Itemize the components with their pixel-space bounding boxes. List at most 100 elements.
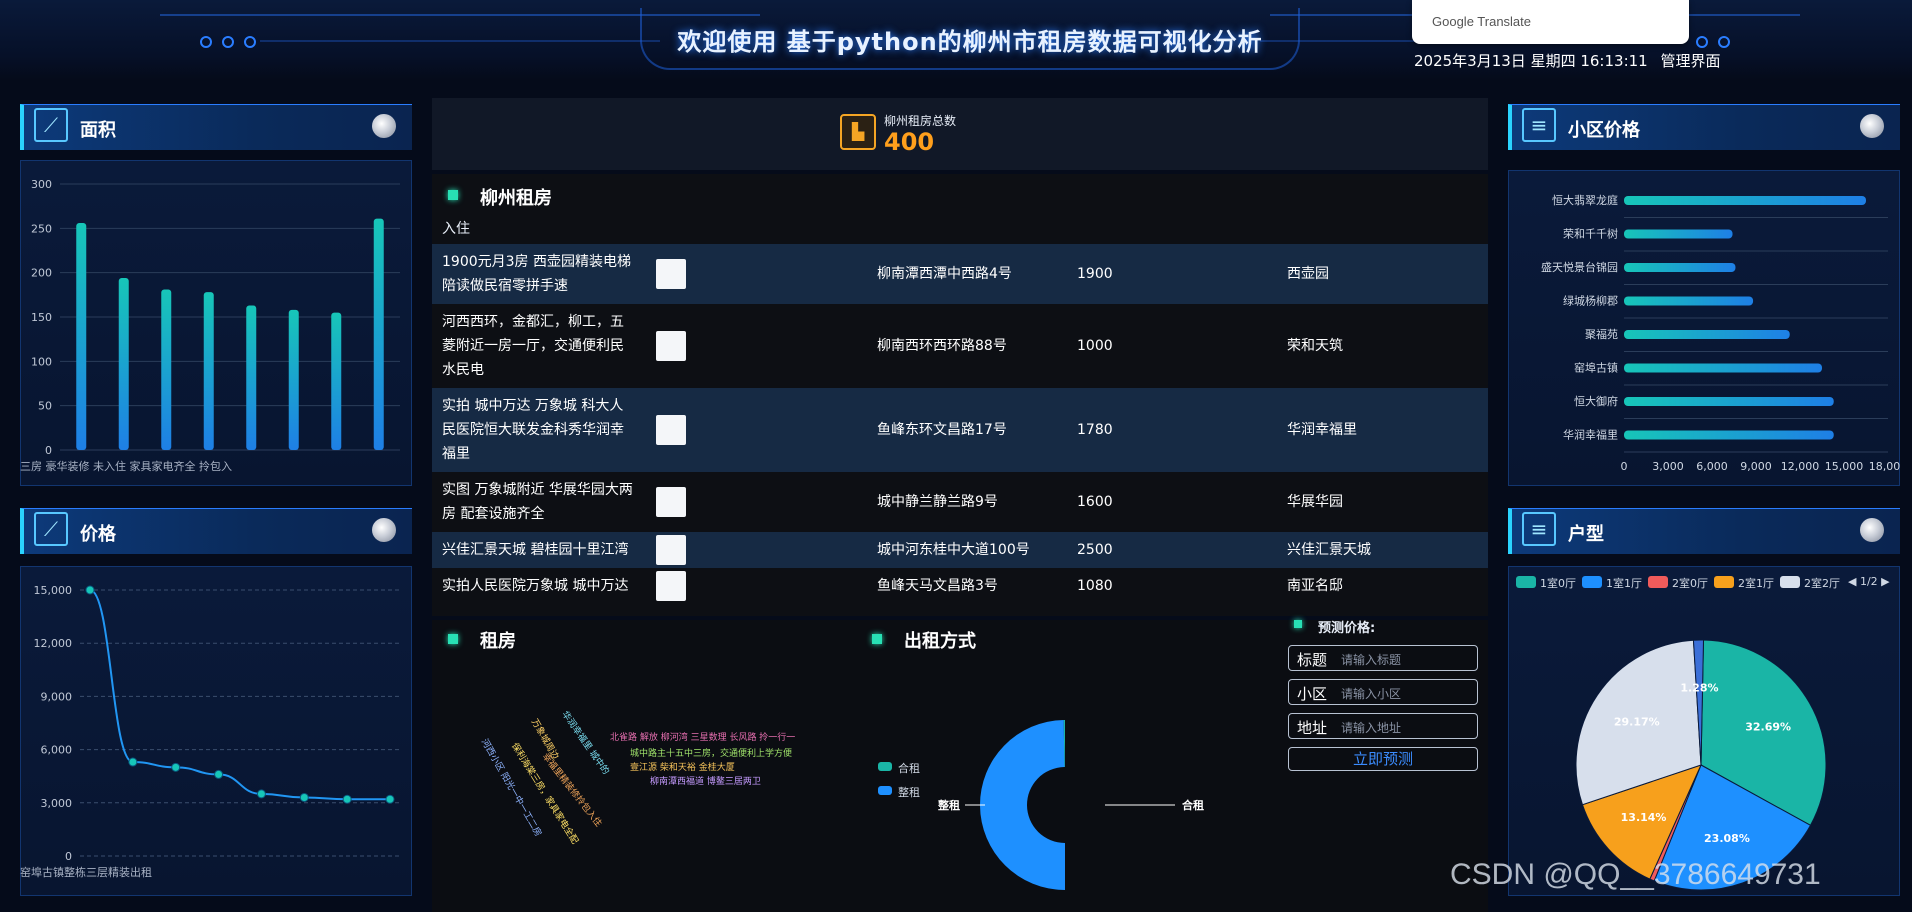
listing-title-line: 房 配套设施齐全 (442, 506, 545, 522)
layout-legend-item[interactable]: 2室1厅 (1738, 575, 1774, 591)
price-point[interactable] (342, 794, 352, 804)
price-line (89, 589, 390, 801)
listing-address: 鱼峰天马文昌路3号 (877, 578, 998, 594)
price-point[interactable] (385, 794, 395, 804)
word-cloud-word[interactable]: 柳南潭西福道 博鳌三居两卫 (650, 774, 761, 787)
table-row[interactable]: 实拍人民医院万象城 城中万达 鱼峰天马文昌路3号 1080 南亚名邸 (432, 568, 1488, 604)
rent-mode-slice[interactable] (980, 720, 1065, 890)
community-bar[interactable] (1624, 229, 1733, 239)
price-panel-title: 价格 (80, 524, 116, 545)
address-input-placeholder: 请输入地址 (1341, 721, 1402, 735)
layout-legend-item[interactable]: 2室0厅 (1672, 575, 1708, 591)
area-bar[interactable] (288, 309, 299, 450)
google-translate-label[interactable]: Google Translate (1432, 14, 1531, 29)
community-bar[interactable] (1624, 430, 1834, 440)
y-tick-label: 150 (31, 311, 52, 324)
word-cloud-word[interactable]: 北雀路 解放 柳河湾 三星数理 长风路 拎一行一 (610, 730, 795, 743)
community-label: 恒大翡翠龙庭 (1552, 193, 1618, 207)
rental-table[interactable]: 柳州租房 入住 1900元月3房 西壶园精装电梯 陪读做民宿零拼手速 柳南潭西潭中西… (432, 174, 1488, 616)
listing-title-line: 河西西环，金都汇，柳工，五 (442, 314, 624, 330)
legend-swatch[interactable] (1780, 576, 1800, 588)
address-input-label: 地址 (1297, 719, 1328, 737)
layout-panel-title: 户型 (1568, 524, 1604, 545)
listing-thumbnail[interactable] (656, 415, 686, 445)
price-point[interactable] (299, 792, 309, 802)
y-tick-label: 6,000 (41, 744, 73, 757)
legend-swatch[interactable] (1648, 576, 1668, 588)
disc-icon[interactable] (1860, 114, 1884, 138)
area-bar[interactable] (203, 292, 214, 450)
community-bar[interactable] (1624, 196, 1866, 205)
legend-swatch[interactable] (1714, 576, 1734, 588)
community-bar[interactable] (1624, 363, 1822, 373)
price-point[interactable] (171, 762, 181, 772)
legend-swatch[interactable] (1516, 576, 1536, 588)
slice-value-label: 1.28% (1680, 682, 1718, 695)
legend-swatch[interactable] (878, 762, 892, 771)
slice-value-label: 23.08% (1704, 832, 1750, 845)
price-point[interactable] (85, 585, 95, 595)
legend-pager[interactable]: ◀ 1/2 ▶ (1848, 575, 1890, 588)
legend-swatch[interactable] (878, 786, 892, 795)
listing-thumbnail[interactable] (656, 571, 686, 601)
listing-title-line: 菱附近一房一厅，交通便利民 (442, 338, 624, 354)
listing-thumbnail[interactable] (656, 535, 686, 565)
list-icon: ≡ (1522, 108, 1556, 142)
listing-thumbnail[interactable] (656, 331, 686, 361)
title-input[interactable]: 标题 请输入标题 (1288, 645, 1478, 671)
table-row[interactable]: 实图 万象城附近 华展华园大两房 配套设施齐全 城中静兰静兰路9号 1600 华展华园 (432, 472, 1488, 532)
community-label: 窑埠古镇 (1574, 361, 1618, 375)
header-decor-dot (244, 36, 256, 48)
y-tick-label: 250 (31, 222, 52, 235)
table-row[interactable]: 河西西环，金都汇，柳工，五 菱附近一房一厅，交通便利民 水民电 柳南西环西环路88号 1… (432, 304, 1488, 388)
rent-section-title: 租房 (480, 631, 516, 652)
layout-legend-item[interactable]: 1室1厅 (1606, 575, 1642, 591)
listing-price: 1900 (1077, 266, 1113, 282)
community-bar[interactable] (1624, 263, 1736, 272)
table-row[interactable]: 实拍 城中万达 万象城 科大人 民医院恒大联发金科秀华润幸 福里 鱼峰东环文昌路17号… (432, 388, 1488, 472)
price-point[interactable] (256, 789, 266, 799)
x-tick-label: 12,000 (1781, 460, 1820, 473)
y-tick-label: 0 (65, 850, 72, 863)
disc-icon[interactable] (1860, 518, 1884, 542)
listing-thumbnail[interactable] (656, 259, 686, 289)
table-row[interactable]: 1900元月3房 西壶园精装电梯 陪读做民宿零拼手速 柳南潭西潭中西路4号 1900 西… (432, 244, 1488, 304)
word-cloud-word[interactable]: 壹江源 柴和天裕 金桂大厦 (630, 760, 735, 773)
price-point[interactable] (214, 769, 224, 779)
word-cloud-word[interactable]: 华润幸福里 城中的 (559, 708, 613, 777)
layout-legend[interactable]: 1室0厅 1室1厅 2室0厅 2室1厅 2室2厅 ◀ 1/2 ▶ (1516, 574, 1896, 594)
disc-icon[interactable] (372, 518, 396, 542)
address-input[interactable]: 地址 请输入地址 (1288, 713, 1478, 739)
price-point[interactable] (128, 757, 138, 767)
watermark: CSDN @QQ__3786649731 (1450, 858, 1821, 891)
community-panel-titlebar (1508, 104, 1900, 150)
listing-thumbnail[interactable] (656, 487, 686, 517)
area-bar[interactable] (246, 305, 257, 450)
community-input[interactable]: 小区 请输入小区 (1288, 679, 1478, 705)
slice-value-label: 29.17% (1614, 716, 1660, 729)
community-bar[interactable] (1624, 397, 1834, 406)
community-bar[interactable] (1624, 330, 1790, 339)
slice-value-label: 13.14% (1621, 811, 1667, 824)
area-bar[interactable] (118, 277, 129, 450)
legend-swatch[interactable] (1582, 576, 1602, 588)
header-decor-dot (222, 36, 234, 48)
community-bar[interactable] (1624, 296, 1754, 306)
listing-title-line: 兴佳汇景天城 碧桂园十里江湾 (442, 542, 629, 558)
disc-icon[interactable] (372, 114, 396, 138)
y-tick-label: 200 (31, 267, 52, 280)
area-panel-titlebar (20, 104, 412, 150)
listing-title-line: 实拍人民医院万象城 城中万达 (442, 578, 629, 594)
table-row[interactable]: 兴佳汇景天城 碧桂园十里江湾 城中河东桂中大道100号 2500 兴佳汇景天城 (432, 532, 1488, 568)
area-bar[interactable] (76, 223, 87, 450)
area-bar[interactable] (331, 312, 342, 450)
area-bar[interactable] (161, 289, 172, 450)
word-cloud-word[interactable]: 城中路主十五中三房，交通便利上学方便 (630, 746, 792, 759)
predict-button[interactable]: 立即预测 (1288, 747, 1478, 771)
area-bar[interactable] (373, 218, 384, 450)
listing-title-line: 民医院恒大联发金科秀华润幸 (442, 422, 624, 438)
x-tick-label: 18,000 (1869, 460, 1900, 473)
layout-legend-item[interactable]: 2室2厅 (1804, 575, 1840, 591)
layout-legend-item[interactable]: 1室0厅 (1540, 575, 1576, 591)
admin-link[interactable]: 管理界面 (1661, 52, 1721, 70)
